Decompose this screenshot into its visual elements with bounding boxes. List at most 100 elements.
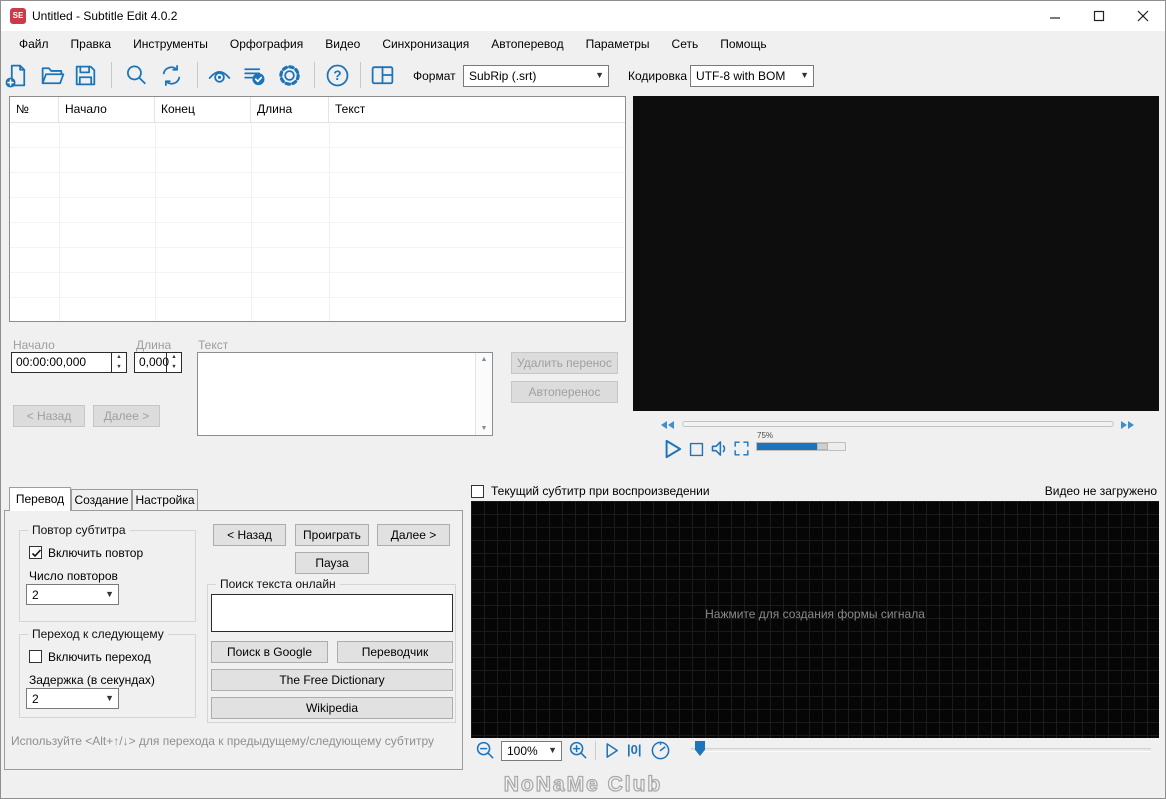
pause-button[interactable]: Пауза [295,552,369,574]
online-search-input[interactable] [211,594,453,632]
minimize-button[interactable] [1032,1,1077,31]
waveform-zoom-in-button[interactable] [568,740,589,761]
column-divider [155,123,156,321]
find-button[interactable] [122,61,150,89]
spin-down-icon[interactable]: ▼ [112,363,126,373]
maximize-button[interactable] [1076,1,1121,31]
video-screen[interactable] [633,96,1159,411]
auto-break-button[interactable]: Автоперенос [511,381,618,403]
tab-translate[interactable]: Перевод [9,487,71,511]
spin-up-icon[interactable]: ▲ [112,353,126,363]
replace-icon [162,64,180,86]
waveform-zoom-out-button[interactable] [475,740,496,761]
free-dictionary-button[interactable]: The Free Dictionary [211,669,453,691]
translate-play-button[interactable]: Проиграть [295,524,369,546]
format-value: SubRip (.srt) [469,69,537,83]
chevron-down-icon: ▼ [595,70,604,81]
enable-repeat-checkbox[interactable] [29,546,42,559]
spin-down-icon[interactable]: ▼ [167,363,181,373]
enable-repeat-label: Включить повтор [48,546,144,560]
waveform-zoom-select[interactable]: 100% ▼ [501,741,562,761]
scroll-up-icon[interactable]: ▲ [476,356,492,363]
menu-network[interactable]: Сеть [661,31,710,57]
volume-slider[interactable] [756,442,846,451]
menu-options[interactable]: Параметры [575,31,661,57]
eye-icon [208,70,230,83]
duration-spinner[interactable]: 0,000 ▲ ▼ [134,352,182,373]
reset-position-button[interactable]: |0| [627,742,642,757]
spin-up-icon[interactable]: ▲ [167,353,181,363]
start-time-label: Начало [13,338,55,352]
start-time-spinner[interactable]: 00:00:00,000 ▲ ▼ [11,352,127,373]
next-subtitle-button[interactable]: Далее > [93,405,160,427]
column-number[interactable]: № [10,97,59,123]
waveform-position-marker[interactable] [695,741,705,756]
spinner-buttons[interactable]: ▲ ▼ [111,353,126,372]
menu-synchronization[interactable]: Синхронизация [371,31,480,57]
column-start[interactable]: Начало [59,97,155,123]
subtitle-text-area[interactable]: ▲ ▼ [197,352,493,436]
chevron-down-icon: ▼ [548,745,557,756]
layout-button[interactable] [368,61,396,89]
subtitle-list-body[interactable] [10,123,625,321]
spinner-buttons[interactable]: ▲ ▼ [166,353,181,372]
menu-video[interactable]: Видео [314,31,371,57]
translator-button[interactable]: Переводчик [337,641,453,663]
menu-tools[interactable]: Инструменты [122,31,219,57]
waveform-canvas[interactable]: Нажмите для создания формы сигнала [471,501,1159,738]
encoding-select[interactable]: UTF-8 with BOM ▼ [690,65,814,87]
translate-back-button[interactable]: < Назад [213,524,286,546]
menu-file[interactable]: Файл [8,31,60,57]
open-file-button[interactable] [38,61,66,89]
encoding-label: Кодировка [628,69,688,83]
waveform-play-button[interactable] [602,741,621,760]
mute-button[interactable] [709,438,730,459]
replace-button[interactable] [157,61,185,89]
spell-check-icon [243,67,264,85]
column-text[interactable]: Текст [329,97,625,123]
tab-adjust[interactable]: Настройка [132,489,198,511]
remove-line-break-button[interactable]: Удалить перенос [511,352,618,374]
seek-back-icon[interactable] [660,420,675,430]
settings-button[interactable] [275,61,303,89]
save-button[interactable] [71,61,99,89]
new-file-button[interactable] [3,61,31,89]
menu-edit[interactable]: Правка [60,31,123,57]
tab-create[interactable]: Создание [71,489,132,511]
delay-select[interactable]: 2 ▼ [26,688,119,709]
visual-sync-button[interactable] [205,61,233,89]
video-seek-bar[interactable] [682,421,1114,427]
subtitle-list[interactable]: № Начало Конец Длина Текст [9,96,626,322]
google-search-button[interactable]: Поиск в Google [211,641,328,663]
text-scrollbar[interactable]: ▲ ▼ [475,353,492,435]
stop-button[interactable] [687,440,706,459]
seek-forward-icon[interactable] [1120,420,1135,430]
open-folder-icon [41,66,64,84]
playback-speed-button[interactable] [650,740,671,761]
scroll-down-icon[interactable]: ▼ [476,425,492,432]
wikipedia-button[interactable]: Wikipedia [211,697,453,719]
prev-subtitle-button[interactable]: < Назад [13,405,85,427]
toolbar-separator [197,62,198,88]
column-duration[interactable]: Длина [251,97,329,123]
close-button[interactable] [1120,1,1165,31]
column-divider [251,123,252,321]
chevron-down-icon: ▼ [105,692,114,703]
enable-goto-checkbox[interactable] [29,650,42,663]
fullscreen-button[interactable] [732,439,751,458]
repeat-count-select[interactable]: 2 ▼ [26,584,119,605]
spell-check-button[interactable] [240,61,268,89]
waveform-scrollbar[interactable] [691,748,1151,752]
help-button[interactable]: ? [323,61,351,89]
translate-next-button[interactable]: Далее > [377,524,450,546]
menu-help[interactable]: Помощь [709,31,777,57]
volume-thumb[interactable] [817,443,828,450]
format-select[interactable]: SubRip (.srt) ▼ [463,65,609,87]
menu-spellcheck[interactable]: Орфография [219,31,314,57]
menu-autotranslate[interactable]: Автоперевод [480,31,574,57]
play-button[interactable] [659,436,685,462]
show-current-subtitle-checkbox[interactable] [471,485,484,498]
video-status-label: Видео не загружено [1044,484,1157,498]
column-end[interactable]: Конец [155,97,251,123]
online-search-group-title: Поиск текста онлайн [216,577,340,591]
